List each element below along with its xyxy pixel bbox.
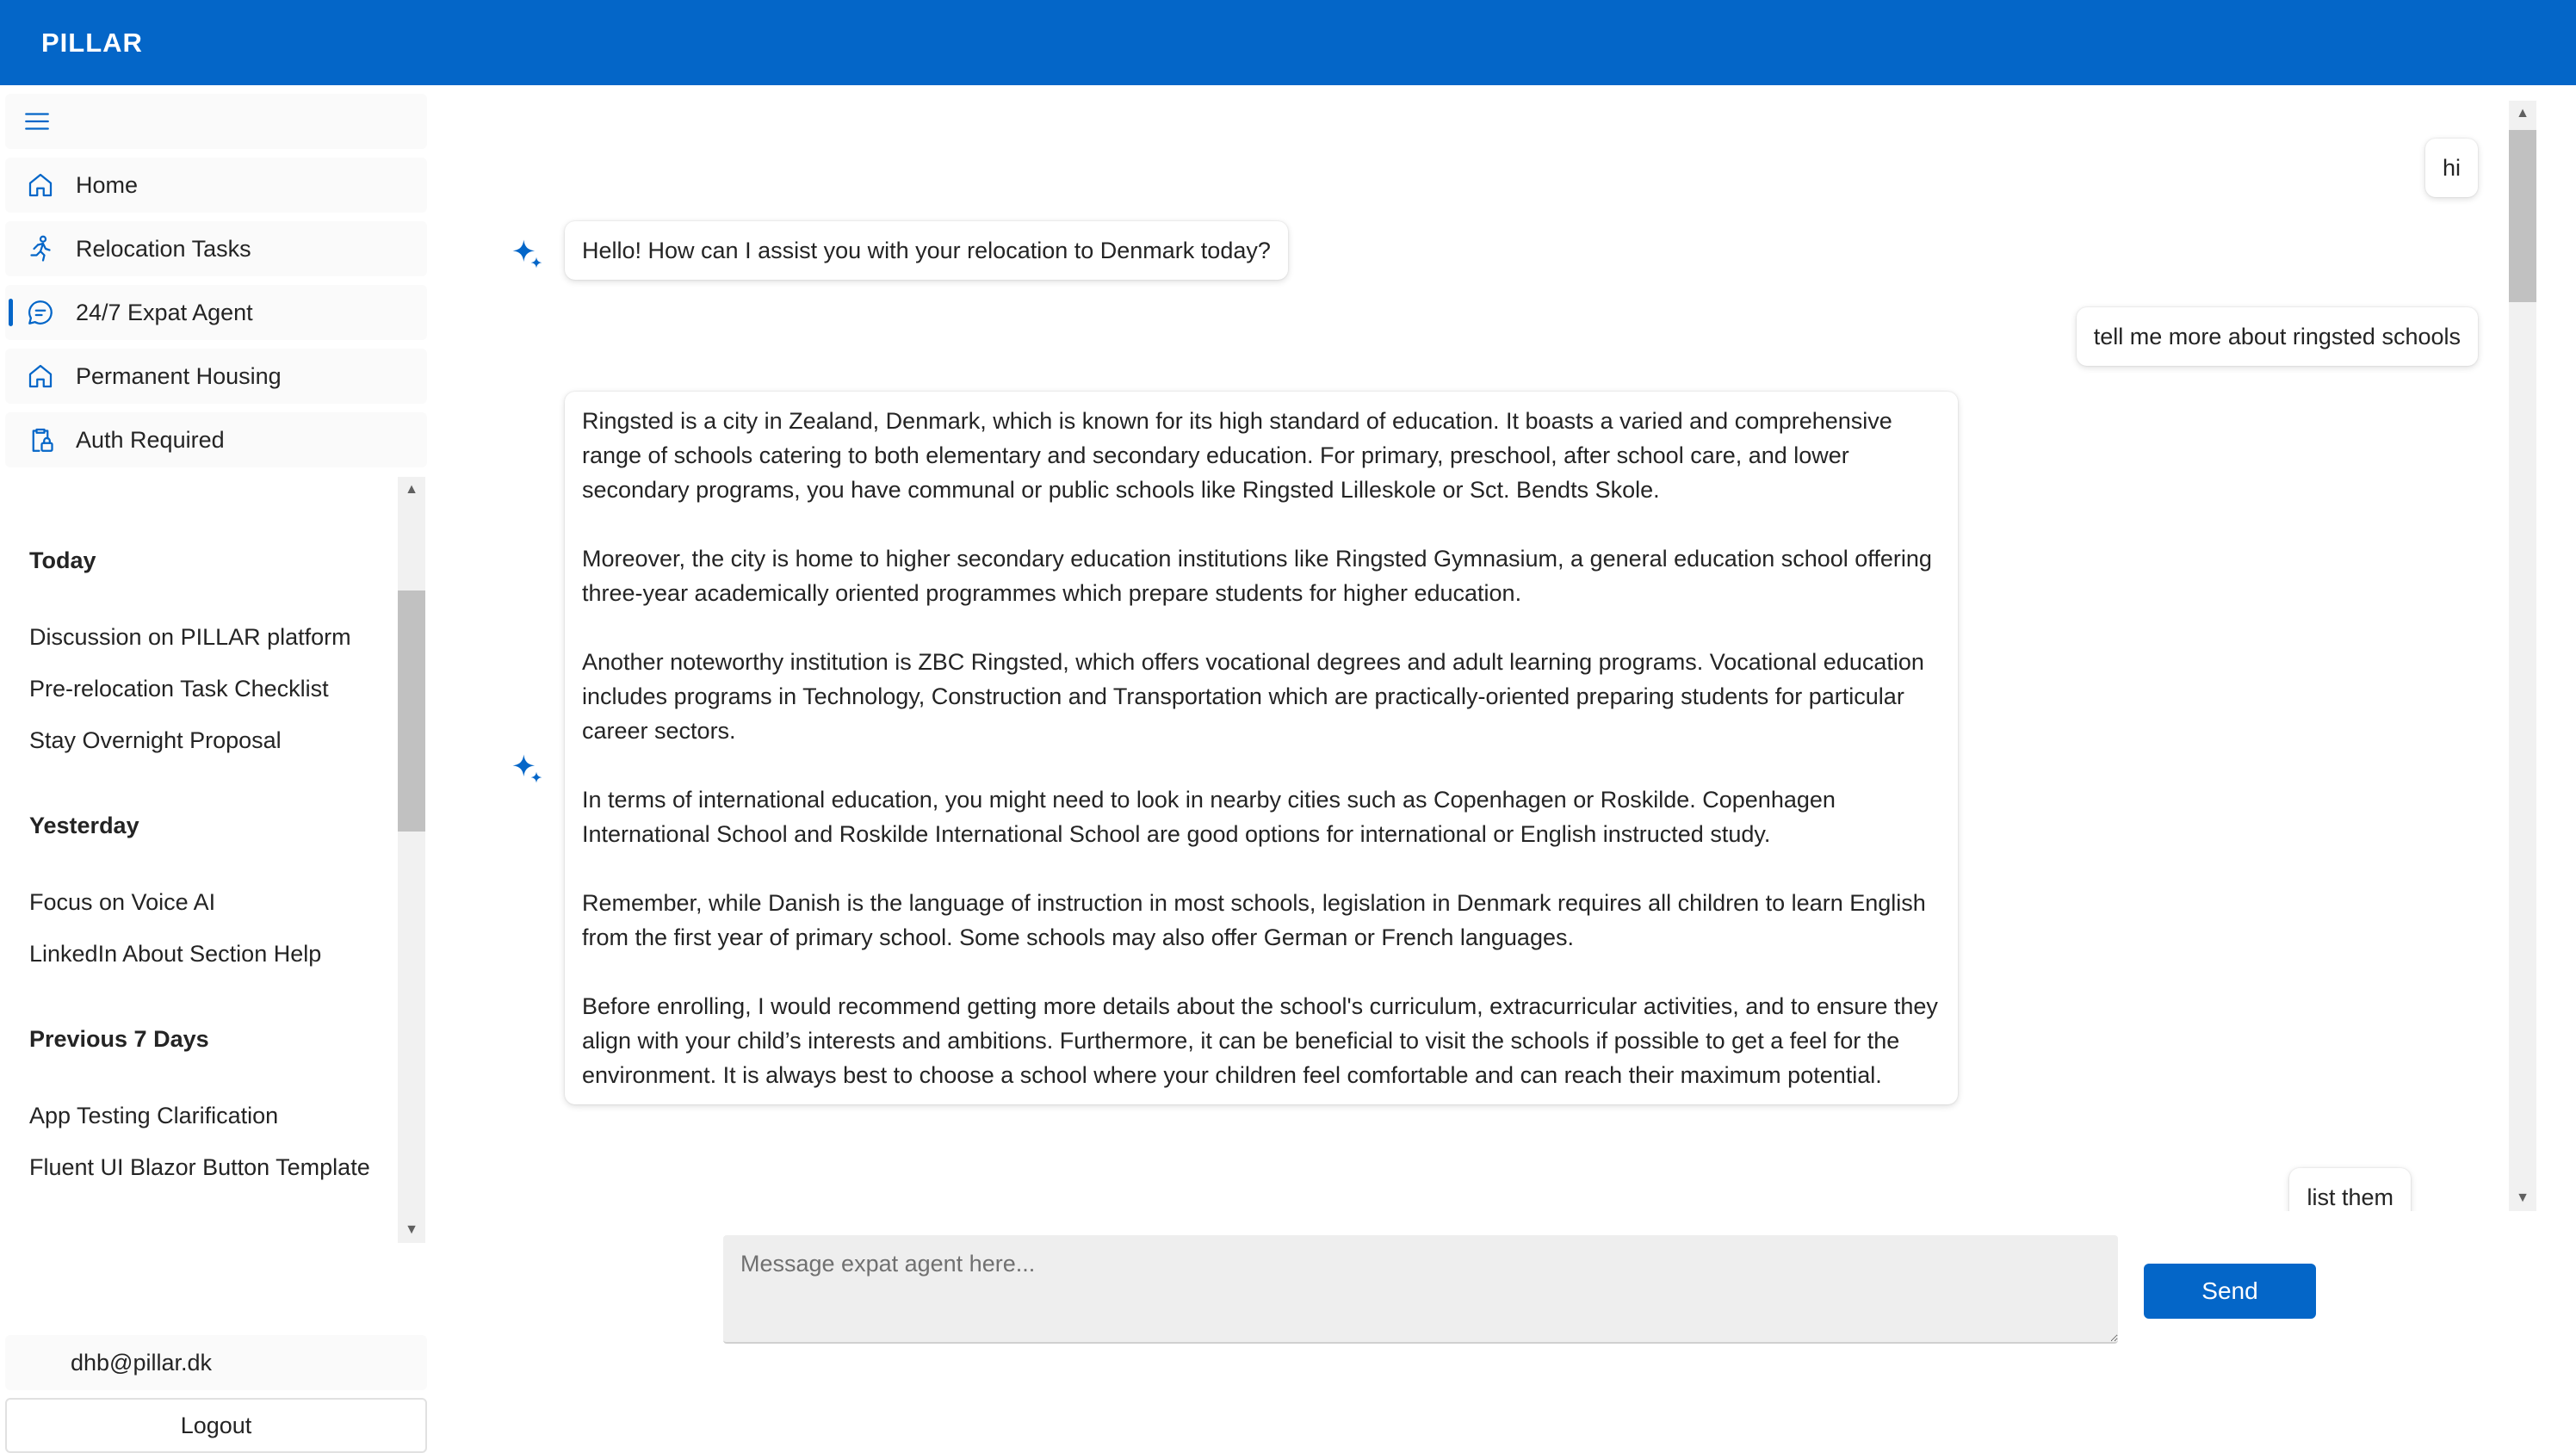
user-message: tell me more about ringsted schools bbox=[2076, 307, 2478, 366]
user-message: hi bbox=[2424, 139, 2478, 197]
agent-message-paragraph: Moreover, the city is home to higher sec… bbox=[582, 546, 1932, 606]
sidebar-item-expat-agent[interactable]: 24/7 Expat Agent bbox=[5, 285, 427, 340]
history-item[interactable]: Pre-relocation Task Checklist bbox=[29, 671, 391, 706]
sparkle-icon bbox=[512, 754, 542, 783]
app-header: PILLAR bbox=[0, 0, 2576, 85]
chat-clip: list them bbox=[430, 1158, 2509, 1211]
history-group-title: Today bbox=[29, 547, 96, 573]
sidebar-item-label: Auth Required bbox=[76, 426, 225, 453]
sidebar: Home Relocation Tasks 24/7 Expat Agent P… bbox=[0, 85, 430, 1453]
sidebar-item-relocation-tasks[interactable]: Relocation Tasks bbox=[5, 221, 427, 276]
chat-bubble-icon bbox=[24, 296, 57, 329]
scroll-down-arrow-icon[interactable]: ▼ bbox=[398, 1217, 425, 1243]
chat-scrollbar[interactable]: ▲ ▼ bbox=[2509, 101, 2536, 1211]
history-item[interactable]: Fluent UI Blazor Button Template bbox=[29, 1150, 391, 1184]
history-item[interactable]: Discussion on PILLAR platform bbox=[29, 620, 391, 654]
history-item[interactable]: App Testing Clarification bbox=[29, 1098, 391, 1133]
agent-message-paragraph: In terms of international education, you… bbox=[582, 787, 1836, 847]
history-group-title: Yesterday bbox=[29, 813, 139, 838]
agent-message-paragraph: Another noteworthy institution is ZBC Ri… bbox=[582, 649, 1924, 744]
sparkle-icon bbox=[512, 239, 542, 269]
sidebar-item-auth-required[interactable]: Auth Required bbox=[5, 412, 427, 467]
scroll-up-arrow-icon[interactable]: ▲ bbox=[398, 477, 425, 503]
agent-message: Hello! How can I assist you with your re… bbox=[565, 221, 1288, 280]
user-email: dhb@pillar.dk bbox=[5, 1335, 427, 1390]
hamburger-menu-button[interactable] bbox=[5, 94, 427, 149]
brand-logo-text: PILLAR bbox=[41, 27, 143, 58]
scrollbar-thumb[interactable] bbox=[2509, 130, 2536, 302]
home-icon bbox=[24, 169, 57, 201]
history-item[interactable]: Stay Overnight Proposal bbox=[29, 723, 391, 757]
person-running-icon bbox=[24, 232, 57, 265]
sidebar-item-label: Relocation Tasks bbox=[76, 235, 251, 262]
conversation-history: Today Discussion on PILLAR platform Pre-… bbox=[0, 477, 430, 1243]
agent-message-paragraph: Before enrolling, I would recommend gett… bbox=[582, 993, 1938, 1088]
sidebar-scrollbar[interactable]: ▲ ▼ bbox=[398, 477, 425, 1243]
scroll-up-arrow-icon[interactable]: ▲ bbox=[2509, 101, 2536, 127]
home-icon bbox=[24, 360, 57, 393]
sidebar-item-label: 24/7 Expat Agent bbox=[76, 299, 253, 325]
scroll-down-arrow-icon[interactable]: ▼ bbox=[2509, 1185, 2536, 1211]
history-item[interactable]: Focus on Voice AI bbox=[29, 885, 391, 919]
sidebar-item-home[interactable]: Home bbox=[5, 158, 427, 213]
history-group-title: Previous 7 Days bbox=[29, 1026, 209, 1052]
logout-button[interactable]: Logout bbox=[5, 1398, 427, 1453]
sidebar-item-label: Permanent Housing bbox=[76, 362, 282, 389]
agent-message-paragraph: Hello! How can I assist you with your re… bbox=[582, 238, 1271, 263]
agent-message-paragraph: Ringsted is a city in Zealand, Denmark, … bbox=[582, 408, 1892, 503]
agent-message-paragraph: Remember, while Danish is the language o… bbox=[582, 890, 1926, 950]
sidebar-item-label: Home bbox=[76, 171, 139, 198]
user-message: list them bbox=[2289, 1168, 2411, 1211]
history-item[interactable]: LinkedIn About Section Help bbox=[29, 937, 391, 971]
send-button[interactable]: Send bbox=[2144, 1264, 2316, 1319]
hamburger-menu-icon bbox=[25, 113, 49, 130]
agent-message: Ringsted is a city in Zealand, Denmark, … bbox=[565, 392, 1958, 1104]
clipboard-lock-icon bbox=[24, 424, 57, 456]
message-input[interactable] bbox=[723, 1235, 2118, 1344]
scrollbar-thumb[interactable] bbox=[398, 590, 425, 832]
sidebar-item-permanent-housing[interactable]: Permanent Housing bbox=[5, 349, 427, 404]
chat-panel: hi Hello! How can I assist you with your… bbox=[430, 85, 2576, 1380]
